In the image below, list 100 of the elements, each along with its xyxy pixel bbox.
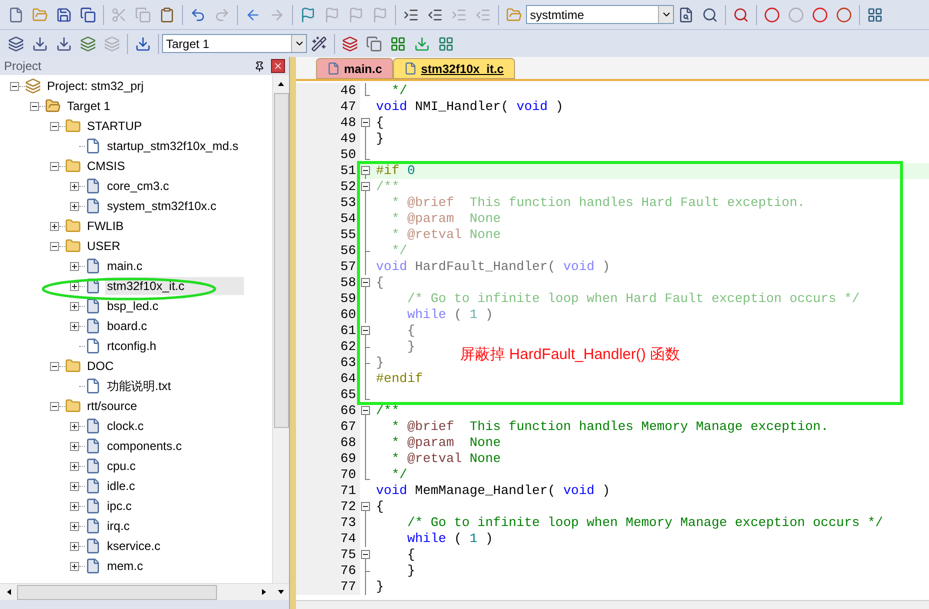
file-icon [85, 298, 101, 314]
collapse-toggle[interactable] [50, 122, 59, 130]
expand-toggle[interactable] [50, 222, 59, 230]
file-icon [85, 458, 101, 474]
file-icon [85, 478, 101, 494]
horizontal-scrollbar[interactable] [0, 583, 289, 600]
tree-item[interactable]: kservice.c [105, 537, 162, 555]
code-line: * @brief This function handles Memory Manage exception. [390, 419, 828, 435]
tree-item[interactable]: 功能说明.txt [105, 377, 174, 395]
line-number: 62 [340, 339, 356, 355]
tree-item[interactable]: rtt/source [85, 397, 140, 415]
tree-item[interactable]: FWLIB [85, 217, 126, 235]
collapse-toggle[interactable] [50, 162, 59, 170]
line-number: 69 [340, 451, 356, 467]
pin-icon[interactable] [254, 60, 265, 72]
collapse-toggle[interactable] [361, 326, 370, 335]
expand-toggle[interactable] [70, 502, 79, 510]
collapse-toggle[interactable] [50, 242, 59, 250]
tree-item[interactable]: Target 1 [65, 97, 112, 115]
expand-toggle[interactable] [70, 542, 79, 550]
editor-tab[interactable]: stm32f10x_it.c [393, 58, 515, 79]
tree-item[interactable]: board.c [105, 317, 150, 335]
code-line: while ( 1 ) [406, 307, 494, 323]
file-icon [85, 418, 101, 434]
code-line: void MemManage_Handler( void ) [376, 483, 610, 499]
expand-toggle[interactable] [70, 422, 79, 430]
line-number: 74 [340, 531, 356, 547]
tree-item[interactable]: Project: stm32_prj [45, 77, 146, 95]
code-line: { [376, 115, 384, 131]
code-line: */ [390, 467, 408, 483]
folder-icon [65, 218, 81, 234]
tree-item[interactable]: system_stm32f10x.c [105, 197, 218, 215]
tree-item[interactable]: irq.c [105, 517, 132, 535]
tree-item[interactable]: core_cm3.c [105, 177, 172, 195]
tree-item[interactable]: main.c [105, 257, 144, 275]
code-line: #endif [376, 371, 423, 387]
expand-toggle[interactable] [70, 182, 79, 190]
collapse-toggle[interactable] [10, 82, 19, 90]
tree-item[interactable]: cpu.c [105, 457, 138, 475]
line-number: 56 [340, 243, 356, 259]
collapse-toggle[interactable] [361, 118, 370, 127]
right-arrow-icon[interactable] [260, 588, 268, 596]
line-number: 75 [340, 547, 356, 563]
close-button[interactable] [271, 59, 285, 73]
line-number: 46 [340, 83, 356, 99]
tree-item[interactable]: components.c [105, 437, 184, 455]
find-combo[interactable]: systmtime [526, 5, 674, 24]
expand-toggle[interactable] [70, 562, 79, 570]
up-arrow-icon[interactable] [277, 80, 285, 88]
line-number: 54 [340, 211, 356, 227]
vertical-scrollbar[interactable] [272, 75, 289, 583]
tree-item[interactable]: idle.c [105, 477, 138, 495]
collapse-toggle[interactable] [361, 502, 370, 511]
code-line: } [406, 563, 416, 579]
expand-toggle[interactable] [70, 262, 79, 270]
collapse-toggle[interactable] [30, 102, 39, 110]
expand-toggle[interactable] [70, 322, 79, 330]
line-number: 55 [340, 227, 356, 243]
collapse-toggle[interactable] [50, 362, 59, 370]
collapse-toggle[interactable] [361, 406, 370, 415]
code-line: } [376, 579, 384, 595]
left-arrow-icon[interactable] [4, 588, 12, 596]
collapse-toggle[interactable] [361, 166, 370, 175]
code-line: * @param None [390, 435, 501, 451]
expand-toggle[interactable] [70, 302, 79, 310]
expand-toggle[interactable] [70, 442, 79, 450]
file-icon [85, 258, 101, 274]
expand-toggle[interactable] [70, 482, 79, 490]
down-arrow-icon[interactable] [276, 588, 284, 596]
project-icon [25, 78, 41, 94]
file-icon [85, 498, 101, 514]
editor-horizontal-scrollbar[interactable] [296, 600, 929, 609]
expand-toggle[interactable] [70, 522, 79, 530]
collapse-toggle[interactable] [361, 182, 370, 191]
code-line: } [376, 131, 384, 147]
target-combo[interactable]: Target 1 [162, 34, 307, 53]
tree-item[interactable]: CMSIS [85, 157, 128, 175]
line-number: 47 [340, 99, 356, 115]
tree-item[interactable]: mem.c [105, 557, 145, 575]
tree-item[interactable]: USER [85, 237, 122, 255]
code-line: } [376, 355, 384, 371]
code-line: { [376, 499, 384, 515]
file-icon [85, 538, 101, 554]
line-number: 57 [340, 259, 356, 275]
tree-item[interactable]: DOC [85, 357, 116, 375]
editor-tab[interactable]: main.c [316, 58, 394, 79]
expand-toggle[interactable] [70, 202, 79, 210]
tree-item[interactable]: ipc.c [105, 497, 134, 515]
collapse-toggle[interactable] [361, 278, 370, 287]
line-number: 67 [340, 419, 356, 435]
tree-item[interactable]: clock.c [105, 417, 146, 435]
collapse-toggle[interactable] [361, 550, 370, 559]
line-number: 50 [340, 147, 356, 163]
expand-toggle[interactable] [70, 462, 79, 470]
tree-item[interactable]: bsp_led.c [105, 297, 160, 315]
annotation-text: 屏蔽掉 HardFault_Handler() 函数 [460, 345, 680, 365]
tree-item[interactable]: startup_stm32f10x_md.s [105, 137, 240, 155]
tree-item[interactable]: rtconfig.h [105, 337, 158, 355]
collapse-toggle[interactable] [50, 402, 59, 410]
tree-item[interactable]: STARTUP [85, 117, 144, 135]
